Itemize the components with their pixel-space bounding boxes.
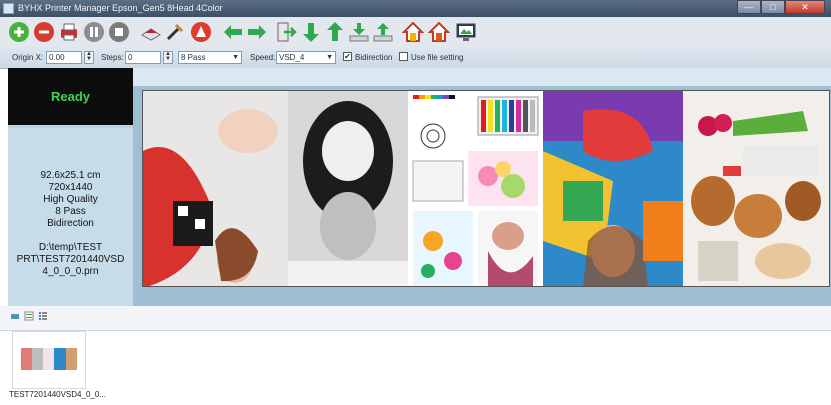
job-quality: High Quality: [43, 194, 98, 205]
use-file-setting-label: Use file setting: [411, 53, 464, 62]
home-icon[interactable]: [402, 21, 424, 43]
steps-input[interactable]: 0: [125, 51, 161, 64]
chevron-down-icon: ▼: [326, 54, 333, 61]
steps-label: Steps:: [101, 53, 124, 62]
exit-icon[interactable]: [275, 21, 297, 43]
job-info-panel: 92.6x25.1 cm 720x1440 High Quality 8 Pas…: [8, 128, 133, 306]
origin-x-label: Origin X:: [12, 53, 44, 62]
job-path-line2: PRT\TEST7201440VSD: [16, 254, 125, 265]
window-title: BYHX Printer Manager Epson_Gen5 8Head 4C…: [18, 3, 223, 13]
steps-spinner[interactable]: ▲ ▼: [163, 51, 173, 64]
title-bar: BYHX Printer Manager Epson_Gen5 8Head 4C…: [0, 0, 831, 17]
alert-icon[interactable]: [190, 21, 212, 43]
maximize-button[interactable]: □: [761, 0, 785, 14]
job-thumbnail[interactable]: [12, 331, 86, 389]
job-passes: 8 Pass: [55, 206, 86, 217]
job-path-line3: 4_0_0_0.prn: [42, 266, 99, 277]
job-path-line1: D:\temp\TEST: [38, 242, 103, 253]
print-settings-bar: Origin X: 0.00 ▲ ▼ Steps: 0 ▲ ▼ 8 Pass ▼ Sp…: [0, 47, 831, 69]
feed-down-icon[interactable]: [348, 21, 370, 43]
preview-ruler: [133, 68, 831, 86]
monitor-icon[interactable]: [455, 21, 477, 43]
close-button[interactable]: ✕: [785, 0, 825, 14]
origin-x-input[interactable]: 0.00: [46, 51, 82, 64]
status-panel: Ready 92.6x25.1 cm 720x1440 High Quality…: [8, 68, 133, 306]
window-controls: — □ ✕: [737, 0, 825, 14]
remove-job-icon[interactable]: [33, 21, 55, 43]
preview-collage: [143, 91, 829, 286]
print-preview-image[interactable]: [142, 90, 830, 287]
app-icon: [3, 3, 14, 14]
speed-select[interactable]: VSD_4 ▼: [276, 51, 336, 64]
job-thumbnail-name: TEST7201440VSD4_0_0...: [9, 390, 106, 399]
list-view-icon[interactable]: [38, 311, 48, 321]
chevron-down-icon: ▼: [232, 54, 239, 61]
stop-icon[interactable]: [108, 21, 130, 43]
speed-label: Speed:: [250, 53, 276, 62]
large-icons-view-icon[interactable]: [10, 311, 20, 321]
feed-up-icon[interactable]: [372, 21, 394, 43]
pass-select[interactable]: 8 Pass ▼: [178, 51, 242, 64]
pass-select-value: 8 Pass: [181, 53, 206, 62]
bidirection-label: Bidirection: [355, 53, 393, 62]
minimize-button[interactable]: —: [737, 0, 761, 14]
status-ready: Ready: [8, 68, 133, 125]
print-icon[interactable]: [58, 21, 80, 43]
job-size: 92.6x25.1 cm: [40, 170, 101, 181]
tools-icon[interactable]: [164, 21, 186, 43]
move-down-icon[interactable]: [300, 21, 322, 43]
home-y-icon[interactable]: [428, 21, 450, 43]
details-view-icon[interactable]: [24, 311, 34, 321]
move-up-icon[interactable]: [324, 21, 346, 43]
job-list-toolbar: [0, 306, 831, 331]
move-left-icon[interactable]: [222, 21, 244, 43]
speed-select-value: VSD_4: [279, 53, 305, 62]
job-direction: Bidirection: [47, 218, 94, 229]
clean-icon[interactable]: [140, 21, 162, 43]
job-resolution: 720x1440: [48, 182, 93, 193]
origin-x-spinner[interactable]: ▲ ▼: [84, 51, 94, 64]
main-toolbar: [0, 17, 831, 48]
bidirection-checkbox[interactable]: ✔: [343, 52, 352, 61]
add-job-icon[interactable]: [8, 21, 30, 43]
move-right-icon[interactable]: [246, 21, 268, 43]
pause-icon[interactable]: [83, 21, 105, 43]
job-thumbnail-image: [21, 348, 77, 370]
use-file-setting-checkbox[interactable]: [399, 52, 408, 61]
